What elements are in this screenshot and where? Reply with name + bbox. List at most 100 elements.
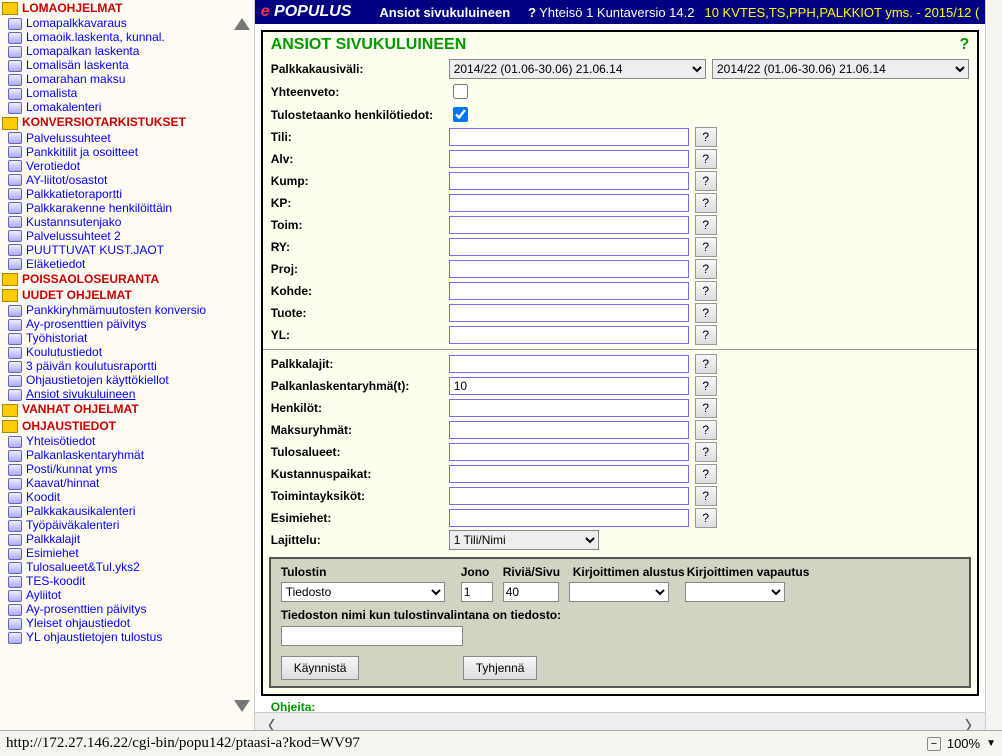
field-input[interactable] (449, 465, 689, 483)
field-help-button[interactable]: ? (695, 303, 717, 323)
init-select[interactable] (569, 582, 669, 602)
field-help-button[interactable]: ? (695, 259, 717, 279)
sidebar-category[interactable]: OHJAUSTIEDOT (2, 418, 252, 434)
printer-select[interactable]: Tiedosto (281, 582, 445, 602)
field-input[interactable] (449, 150, 689, 168)
sidebar-item[interactable]: Lomalista (8, 86, 252, 100)
sidebar-item[interactable]: Lomalisän laskenta (8, 58, 252, 72)
sidebar-item[interactable]: Lomaoik.laskenta, kunnal. (8, 30, 252, 44)
sidebar-item[interactable]: Lomapalkan laskenta (8, 44, 252, 58)
sidebar-item[interactable]: Kaavat/hinnat (8, 476, 252, 490)
sidebar-item[interactable]: Ansiot sivukuluineen (8, 387, 252, 401)
sidebar-item[interactable]: Ay-prosenttien päivitys (8, 317, 252, 331)
field-help-button[interactable]: ? (695, 127, 717, 147)
field-help-button[interactable]: ? (695, 398, 717, 418)
sidebar-item[interactable]: Ohjaustietojen käyttökiellot (8, 373, 252, 387)
sidebar-item[interactable]: Palkanlaskentaryhmät (8, 448, 252, 462)
sidebar-item[interactable]: Lomarahan maksu (8, 72, 252, 86)
field-input[interactable] (449, 128, 689, 146)
period-from-select[interactable]: 2014/22 (01.06-30.06) 21.06.14 (449, 59, 706, 79)
vertical-scrollbar[interactable] (985, 0, 1002, 730)
sidebar-item[interactable]: Tulosalueet&Tul.yks2 (8, 560, 252, 574)
sidebar-item[interactable]: Palkkarakenne henkilöittäin (8, 201, 252, 215)
sidebar-item[interactable]: Lomakalenteri (8, 100, 252, 114)
sidebar-category[interactable]: UUDET OHJELMAT (2, 287, 252, 303)
sidebar-category[interactable]: KONVERSIOTARKISTUKSET (2, 114, 252, 130)
sidebar-item[interactable]: Yhteisötiedot (8, 434, 252, 448)
zoom-dropdown-icon[interactable]: ▼ (986, 738, 996, 749)
field-input[interactable] (449, 326, 689, 344)
field-help-button[interactable]: ? (695, 442, 717, 462)
run-button[interactable]: Käynnistä (281, 656, 360, 680)
sidebar-item[interactable]: Lomapalkkavaraus (8, 16, 252, 30)
release-select[interactable] (685, 582, 785, 602)
field-help-button[interactable]: ? (695, 171, 717, 191)
sidebar-nav[interactable]: LOMAOHJELMATLomapalkkavarausLomaoik.lask… (0, 0, 255, 730)
field-help-button[interactable]: ? (695, 237, 717, 257)
rows-input[interactable] (503, 582, 559, 602)
field-help-button[interactable]: ? (695, 376, 717, 396)
queue-input[interactable] (461, 582, 493, 602)
field-input[interactable] (449, 260, 689, 278)
field-help-button[interactable]: ? (695, 149, 717, 169)
field-input[interactable] (449, 443, 689, 461)
sidebar-item[interactable]: AY-liitot/osastot (8, 173, 252, 187)
sidebar-item[interactable]: Koulutustiedot (8, 345, 252, 359)
field-help-button[interactable]: ? (695, 215, 717, 235)
sidebar-item[interactable]: Kustannsutenjako (8, 215, 252, 229)
field-input[interactable] (449, 421, 689, 439)
sort-select[interactable]: 1 Tili/Nimi (449, 530, 599, 550)
sidebar-item[interactable]: Palvelussuhteet (8, 131, 252, 145)
field-input[interactable] (449, 238, 689, 256)
field-input[interactable] (449, 355, 689, 373)
sidebar-item[interactable]: Esimiehet (8, 546, 252, 560)
sidebar-item[interactable]: PUUTTUVAT KUST.JAOT (8, 243, 252, 257)
scroll-right-icon[interactable]: 〉 (965, 716, 979, 730)
field-input[interactable] (449, 304, 689, 322)
field-help-button[interactable]: ? (695, 508, 717, 528)
field-input[interactable] (449, 509, 689, 527)
field-help-button[interactable]: ? (695, 464, 717, 484)
field-input[interactable] (449, 172, 689, 190)
field-help-button[interactable]: ? (695, 486, 717, 506)
field-help-button[interactable]: ? (695, 420, 717, 440)
field-help-button[interactable]: ? (695, 354, 717, 374)
sidebar-item[interactable]: TES-koodit (8, 574, 252, 588)
field-help-button[interactable]: ? (695, 193, 717, 213)
sidebar-item[interactable]: Yleiset ohjaustiedot (8, 616, 252, 630)
field-help-button[interactable]: ? (695, 281, 717, 301)
sidebar-item[interactable]: Pankkitilit ja osoitteet (8, 145, 252, 159)
sidebar-item[interactable]: Koodit (8, 490, 252, 504)
sidebar-item[interactable]: Verotiedot (8, 159, 252, 173)
field-input[interactable] (449, 282, 689, 300)
scroll-up-icon[interactable] (234, 18, 250, 30)
zoom-out-icon[interactable]: − (927, 737, 941, 751)
sidebar-category[interactable]: POISSAOLOSEURANTA (2, 271, 252, 287)
filename-input[interactable] (281, 626, 463, 646)
scroll-down-icon[interactable] (234, 700, 250, 712)
field-input[interactable] (449, 216, 689, 234)
field-input[interactable] (449, 194, 689, 212)
clear-button[interactable]: Tyhjennä (463, 656, 538, 680)
sidebar-item[interactable]: Ay-prosenttien päivitys (8, 602, 252, 616)
sidebar-category[interactable]: LOMAOHJELMAT (2, 0, 252, 16)
sidebar-item[interactable]: 3 päivän koulutusraportti (8, 359, 252, 373)
sidebar-item[interactable]: Ayliitot (8, 588, 252, 602)
field-input[interactable] (449, 399, 689, 417)
help-icon[interactable]: ? (528, 5, 536, 20)
sidebar-item[interactable]: Palvelussuhteet 2 (8, 229, 252, 243)
sidebar-item[interactable]: Työpäiväkalenteri (8, 518, 252, 532)
sidebar-item[interactable]: Palkkatietoraportti (8, 187, 252, 201)
sidebar-item[interactable]: Pankkiryhmämuutosten konversio (8, 303, 252, 317)
period-to-select[interactable]: 2014/22 (01.06-30.06) 21.06.14 (712, 59, 969, 79)
form-help-icon[interactable]: ? (960, 36, 970, 54)
sidebar-item[interactable]: Eläketiedot (8, 257, 252, 271)
sidebar-item[interactable]: Posti/kunnat yms (8, 462, 252, 476)
field-input[interactable] (449, 487, 689, 505)
horizontal-scrollbar[interactable]: 〈 〉 (255, 712, 986, 730)
summary-checkbox[interactable] (453, 84, 468, 99)
sidebar-item[interactable]: Palkkakausikalenteri (8, 504, 252, 518)
field-input[interactable] (449, 377, 689, 395)
printperson-checkbox[interactable] (453, 107, 468, 122)
sidebar-item[interactable]: Työhistoriat (8, 331, 252, 345)
